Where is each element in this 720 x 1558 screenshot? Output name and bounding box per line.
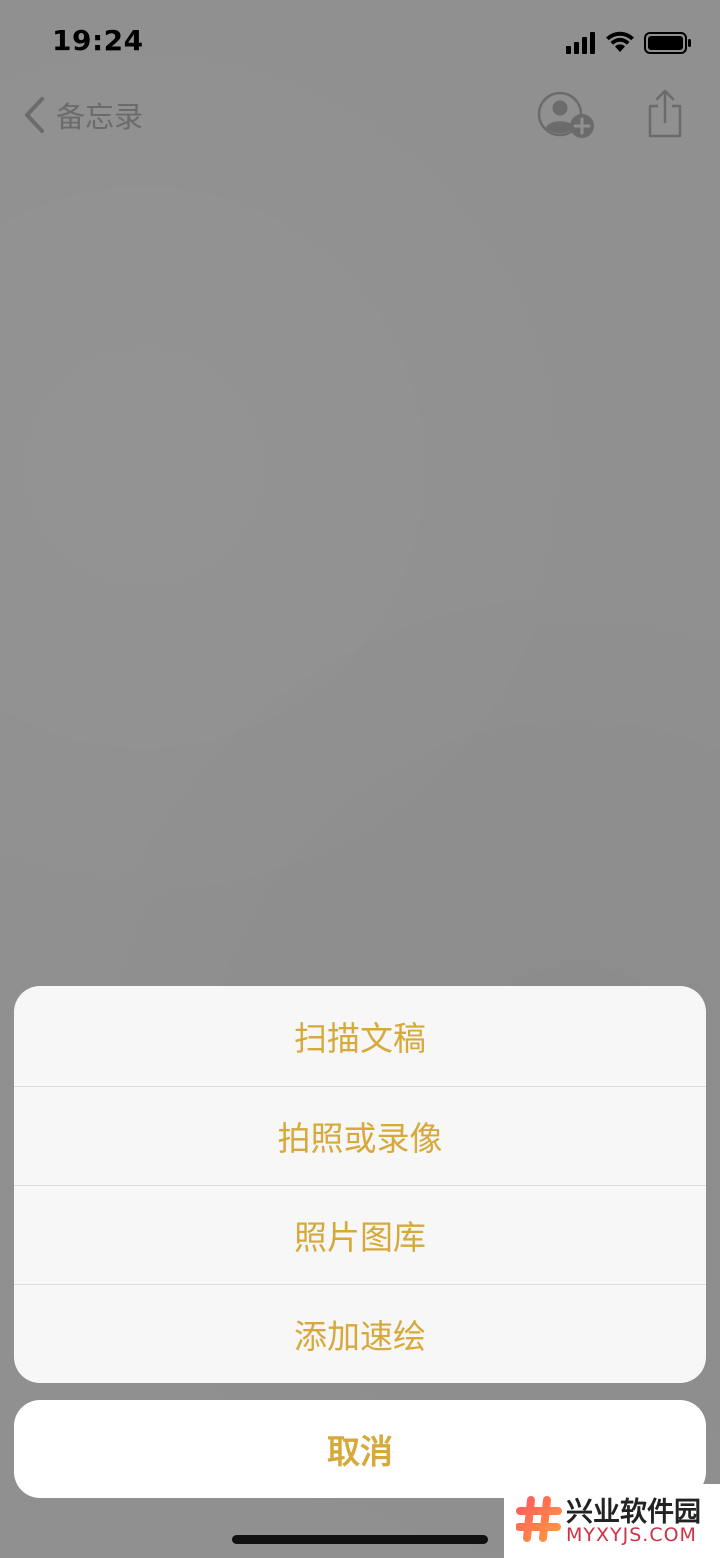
hash-logo-icon [516, 1496, 562, 1542]
watermark: 兴业软件园 MYXYJS.COM [504, 1484, 720, 1558]
status-time: 19:24 [52, 24, 144, 57]
battery-icon [644, 32, 691, 54]
status-bar: 19:24 [0, 0, 720, 86]
wifi-icon [606, 31, 634, 52]
add-person-icon[interactable] [536, 90, 598, 142]
back-label: 备忘录 [56, 100, 144, 134]
chevron-left-icon [25, 97, 44, 133]
scan-documents-option[interactable]: 扫描文稿 [14, 986, 706, 1086]
take-photo-or-video-option[interactable]: 拍照或录像 [14, 1086, 706, 1185]
cellular-signal-icon [566, 32, 595, 54]
home-indicator[interactable] [232, 1535, 488, 1544]
add-sketch-option[interactable]: 添加速绘 [14, 1284, 706, 1383]
navigation-bar: 备忘录 [0, 86, 720, 146]
watermark-url: MYXYJS.COM [566, 1524, 697, 1546]
photo-library-option[interactable]: 照片图库 [14, 1185, 706, 1284]
notes-screen: 19:24 备忘录 扫描文稿 拍照或录像 照片图库 添加速绘 取消 兴业软件园 … [0, 0, 720, 1558]
share-icon[interactable] [644, 88, 686, 140]
back-button[interactable]: 备忘录 [22, 92, 143, 138]
action-sheet: 扫描文稿 拍照或录像 照片图库 添加速绘 [14, 986, 706, 1383]
